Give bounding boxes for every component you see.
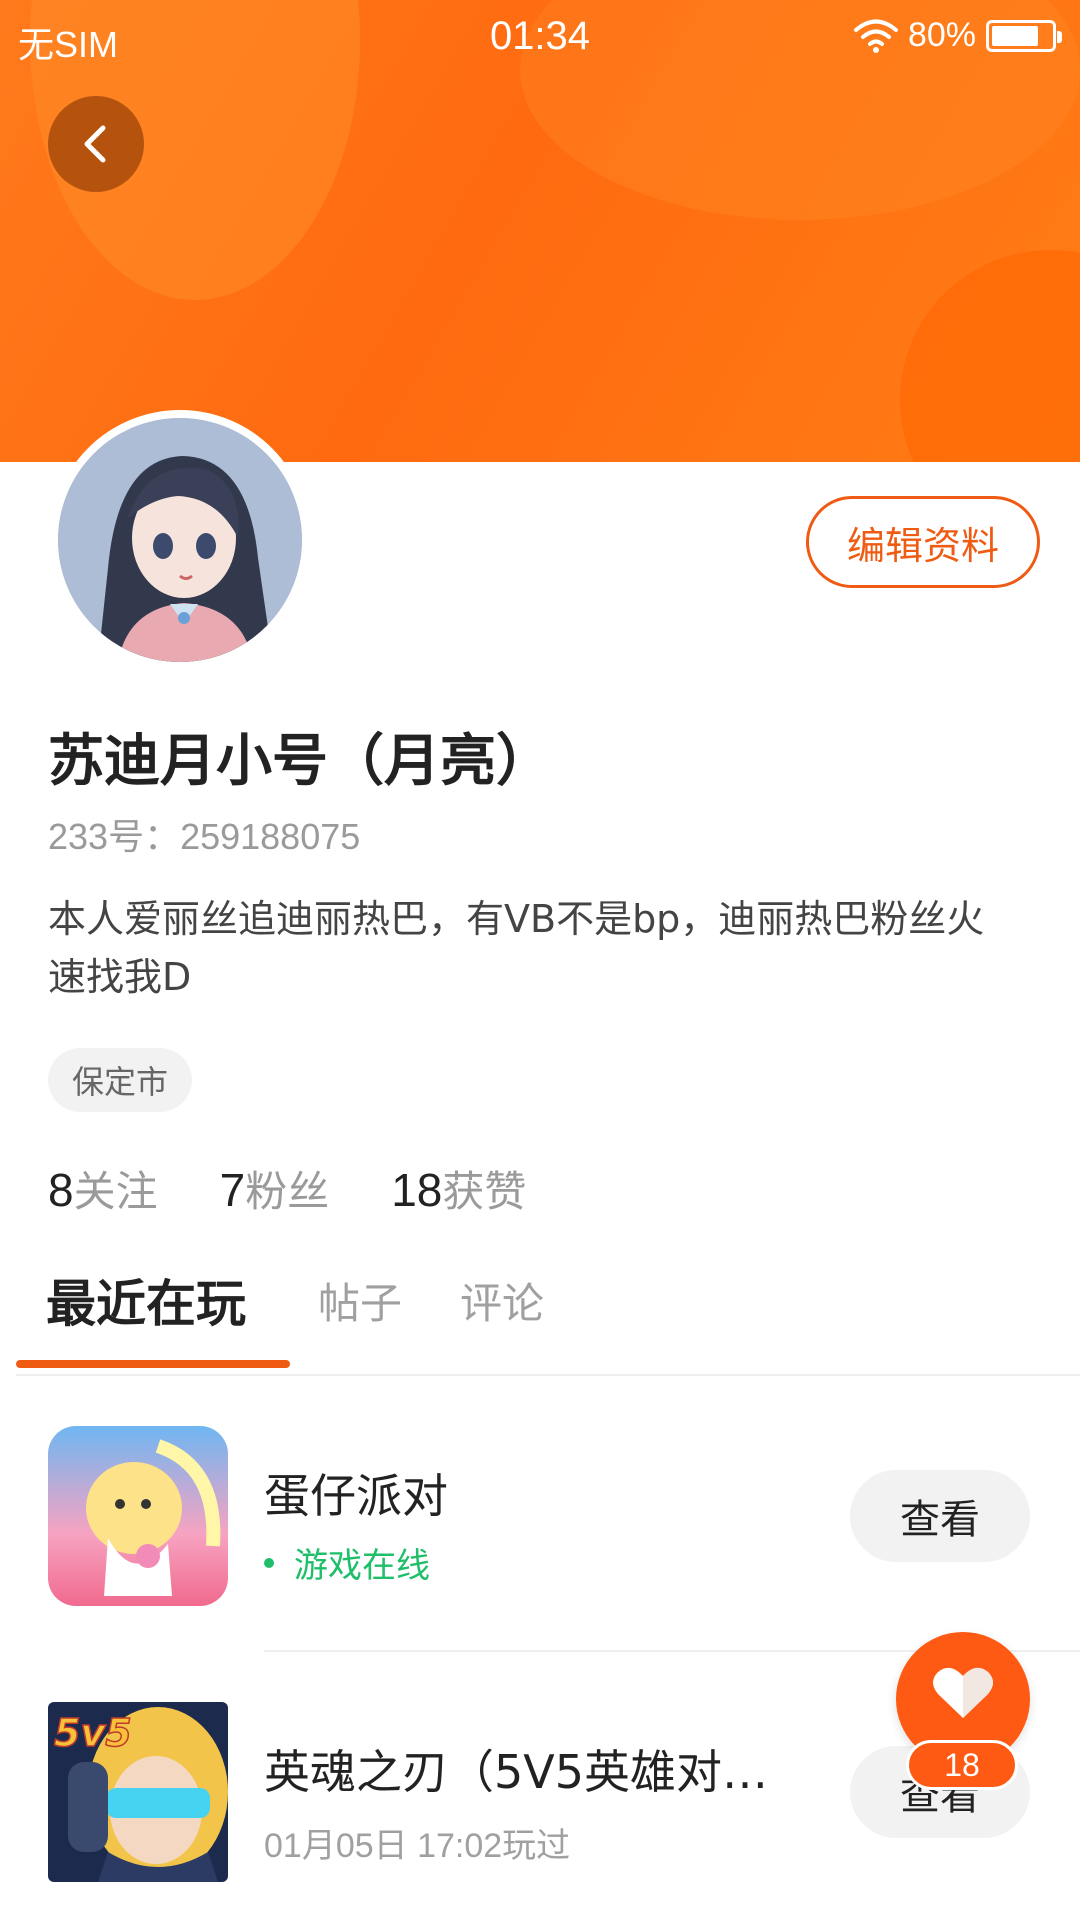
like-count-badge: 18: [906, 1740, 1018, 1790]
status-text: 游戏在线: [294, 1546, 430, 1586]
battery-fill: [992, 25, 1039, 46]
bio: 本人爱丽丝追迪丽热巴，有VB不是bp，迪丽热巴粉丝火速找我D: [48, 897, 985, 999]
back-button[interactable]: [48, 96, 144, 192]
avatar-illustration: [58, 418, 302, 662]
game-name: 英魂之刃（5V5英雄对…: [264, 1745, 769, 1799]
battery-icon: [986, 19, 1062, 52]
game-icon-art: [48, 1426, 228, 1606]
view-button[interactable]: 查看: [850, 1470, 1030, 1562]
chevron-left-icon: [84, 125, 106, 163]
stat-followers[interactable]: 7 粉丝: [220, 1158, 330, 1219]
stat-likes[interactable]: 18 获赞: [391, 1158, 526, 1219]
edit-profile-button[interactable]: 编辑资料: [806, 496, 1040, 588]
last-played: 01月05日 17:02玩过: [264, 1827, 571, 1865]
user-id: 233号：259188075: [48, 816, 361, 857]
status-right: 80%: [853, 16, 1062, 55]
stat-label: 关注: [73, 1167, 158, 1216]
tab-comments[interactable]: 评论: [460, 1270, 544, 1331]
stat-following[interactable]: 8 关注: [48, 1158, 158, 1219]
stat-number: 18: [391, 1164, 443, 1216]
battery-percent: 80%: [907, 16, 976, 54]
username: 苏迪月小号（月亮）: [48, 729, 552, 794]
tab-recently-played[interactable]: 最近在玩: [46, 1264, 246, 1336]
game-icon-art: 5v5: [48, 1702, 228, 1882]
tab-bar: 最近在玩 帖子 评论: [0, 1270, 1080, 1376]
heart-icon: [933, 1667, 993, 1718]
stat-label: 粉丝: [245, 1167, 330, 1216]
stat-number: 7: [219, 1164, 246, 1216]
status-bar: 无SIM 01:34 80%: [0, 0, 1080, 78]
game-icon-hero-blade: 5v5: [48, 1702, 228, 1882]
online-status: 游戏在线: [264, 1538, 430, 1587]
stat-number: 8: [48, 1164, 74, 1216]
online-dot-icon: [264, 1557, 274, 1568]
profile-page: 无SIM 01:34 80% 编辑资料 苏迪月小号（月亮） 233号：25918…: [0, 0, 1080, 1920]
game-name: 蛋仔派对: [264, 1469, 448, 1523]
game-icon-eggy-party: [48, 1426, 228, 1606]
stats: 8 关注 7 粉丝 18 获赞: [48, 1158, 526, 1219]
banner-decoration: [900, 250, 1080, 462]
game-icon-label: 5v5: [54, 1711, 132, 1755]
tab-posts[interactable]: 帖子: [318, 1270, 402, 1331]
tab-indicator: [16, 1360, 290, 1368]
avatar[interactable]: [50, 410, 310, 670]
list-item[interactable]: 蛋仔派对 游戏在线 查看: [0, 1426, 1080, 1616]
divider: [16, 1374, 1080, 1376]
wifi-icon: [853, 19, 898, 53]
stat-label: 获赞: [442, 1167, 527, 1216]
avatar-image: [58, 418, 302, 662]
location-tag: 保定市: [48, 1048, 193, 1112]
